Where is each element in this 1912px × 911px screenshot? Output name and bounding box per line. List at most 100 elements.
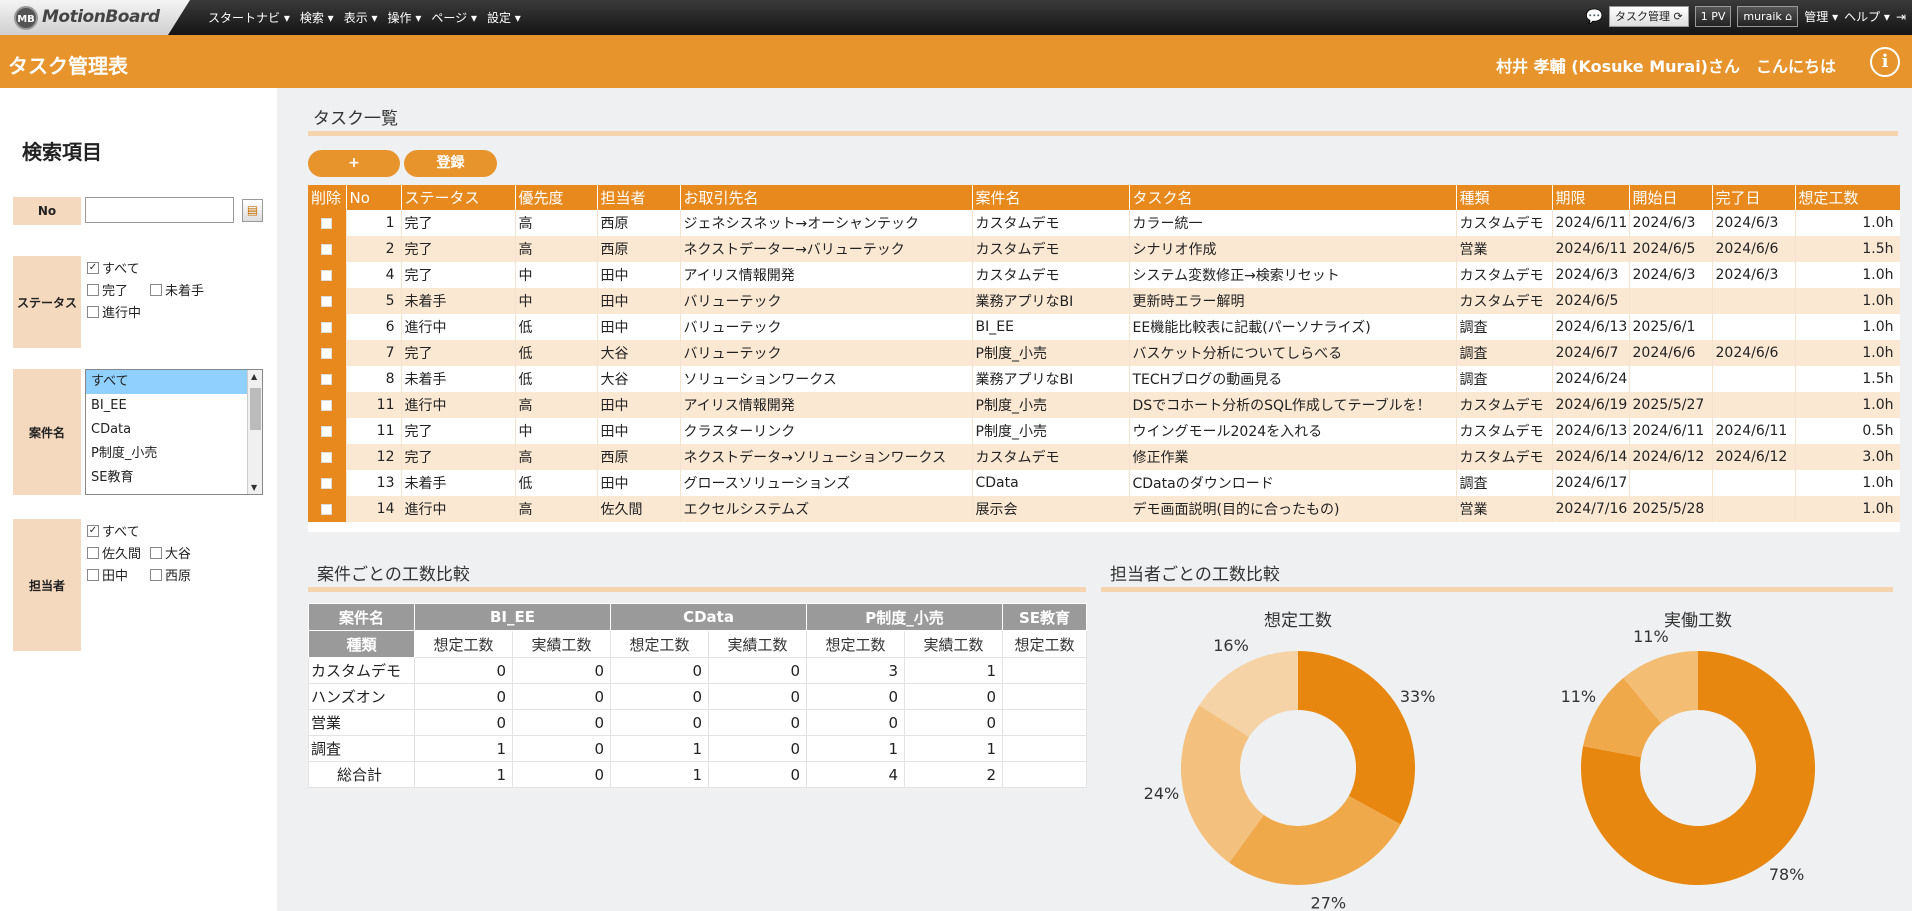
delete-checkbox[interactable] (321, 243, 333, 255)
table-cell (1712, 496, 1796, 522)
delete-checkbox-cell[interactable] (308, 392, 347, 418)
person-nishihara-checkbox[interactable]: 西原 (150, 565, 191, 584)
person-all-checkbox[interactable]: ✓ すべて (87, 521, 140, 540)
table-row[interactable]: 2 完了高西原 ネクストデーター→バリューテック カスタムデモ シナリオ作成 営業 2024… (308, 236, 1900, 262)
table-cell: 田中 (597, 392, 681, 418)
table-cell: バリューテック (680, 314, 973, 340)
person-tanaka-checkbox[interactable]: 田中 (87, 565, 128, 584)
delete-checkbox[interactable] (321, 503, 333, 515)
person-sakuma-checkbox[interactable]: 佐久間 (87, 543, 141, 562)
pv-button[interactable]: 1 PV (1694, 6, 1732, 27)
table-cell: デモ画面説明(目的に合ったもの) (1129, 496, 1457, 522)
column-header[interactable]: No (346, 185, 402, 210)
table-row[interactable]: 8 未着手低大谷 ソリューションワークス 業務アプリなBI TECHブログの動画見る 調査… (308, 366, 1900, 392)
delete-checkbox[interactable] (321, 295, 333, 307)
listbox-scrollbar[interactable]: ▲ ▼ (247, 370, 262, 494)
column-header[interactable]: タスク名 (1129, 185, 1457, 210)
list-item[interactable]: SE教育 (86, 466, 262, 490)
delete-checkbox[interactable] (321, 321, 333, 333)
column-header[interactable]: 期限 (1552, 185, 1630, 210)
delete-checkbox[interactable] (321, 451, 333, 463)
info-icon[interactable]: i (1870, 47, 1900, 77)
menu-operation[interactable]: 操作 ▾ (388, 9, 422, 26)
menu-help[interactable]: ヘルプ ▾ (1844, 8, 1890, 25)
column-header[interactable]: お取引先名 (680, 185, 973, 210)
sub-header: 実績工数 (512, 630, 611, 658)
table-cell: 0 (512, 709, 611, 736)
delete-checkbox-cell[interactable] (308, 496, 347, 522)
delete-checkbox[interactable] (321, 217, 333, 229)
table-row[interactable]: 4 完了中田中 アイリス情報開発 カスタムデモ システム変数修正→検索リセット カスタムデ… (308, 262, 1900, 288)
table-row[interactable]: 14 進行中高佐久間 エクセルシステムズ 展示会 デモ画面説明(目的に合ったもの) 営業 2… (308, 496, 1900, 522)
column-header[interactable]: 種類 (1456, 185, 1553, 210)
table-row[interactable]: 13 未着手低田中 グロースソリューションズ CData CDataのダウンロード 調査 2… (308, 470, 1900, 496)
table-cell: 西原 (597, 444, 681, 470)
delete-checkbox-cell[interactable] (308, 340, 347, 366)
table-row[interactable]: 11 進行中高田中 アイリス情報開発 P制度_小売 DSでコホート分析のSQL作成してテ… (308, 392, 1900, 418)
column-header[interactable]: 想定工数 (1795, 185, 1900, 210)
menu-page[interactable]: ページ ▾ (431, 9, 477, 26)
delete-checkbox-cell[interactable] (308, 210, 347, 236)
list-item[interactable]: BI_EE (86, 394, 262, 418)
menu-settings[interactable]: 設定 ▾ (487, 9, 521, 26)
column-header[interactable]: 担当者 (597, 185, 681, 210)
list-item[interactable]: CData (86, 418, 262, 442)
status-done-checkbox[interactable]: 完了 (87, 280, 128, 299)
status-all-checkbox[interactable]: ✓ すべて (87, 258, 140, 277)
task-manage-button[interactable]: タスク管理 ⟳ (1609, 6, 1689, 27)
column-header[interactable]: 削除 (308, 185, 347, 210)
table-row[interactable]: 6 進行中低田中 バリューテック BI_EE EE機能比較表に記載(パーソナライズ) 調査… (308, 314, 1900, 340)
column-header[interactable]: ステータス (401, 185, 516, 210)
list-item[interactable]: P制度_小売 (86, 442, 262, 466)
table-row[interactable]: 12 完了高西原 ネクストデータ→ソリューションワークス カスタムデモ 修正作業 カスタム… (308, 444, 1900, 470)
delete-checkbox-cell[interactable] (308, 418, 347, 444)
delete-checkbox-cell[interactable] (308, 262, 347, 288)
sub-header: 想定工数 (806, 630, 905, 658)
delete-checkbox-cell[interactable] (308, 366, 347, 392)
delete-checkbox[interactable] (321, 373, 333, 385)
delete-checkbox-cell[interactable] (308, 314, 347, 340)
table-row[interactable]: 1 完了高西原 ジェネシスネット→オーシャンテック カスタムデモ カラー統一 カスタムデモ… (308, 210, 1900, 236)
status-inprogress-checkbox[interactable]: 進行中 (87, 302, 141, 321)
menu-view[interactable]: 表示 ▾ (344, 9, 378, 26)
table-row[interactable]: 11 完了中田中 クラスターリンク P制度_小売 ウイングモール2024を入れる カスタム… (308, 418, 1900, 444)
menu-admin[interactable]: 管理 ▾ (1804, 8, 1838, 25)
project-listbox[interactable]: すべて BI_EE CData P制度_小売 SE教育 ▲ ▼ (85, 369, 263, 495)
delete-checkbox[interactable] (321, 425, 333, 437)
donut-slice[interactable] (1298, 651, 1415, 825)
scroll-thumb[interactable] (250, 388, 261, 430)
scroll-down-icon[interactable]: ▼ (251, 483, 257, 492)
table-cell (1629, 366, 1713, 392)
column-header[interactable]: 優先度 (515, 185, 598, 210)
add-task-button[interactable]: + (308, 150, 400, 177)
delete-checkbox[interactable] (321, 269, 333, 281)
list-item[interactable]: すべて (86, 370, 262, 394)
person-otani-checkbox[interactable]: 大谷 (150, 543, 191, 562)
register-button[interactable]: 登録 (404, 150, 497, 177)
column-header[interactable]: 完了日 (1712, 185, 1796, 210)
delete-checkbox-cell[interactable] (308, 470, 347, 496)
menu-start-navi[interactable]: スタートナビ ▾ (208, 9, 290, 26)
logout-icon[interactable]: ⇥ (1896, 10, 1906, 24)
logo[interactable]: MB MotionBoard (0, 0, 190, 35)
delete-checkbox-cell[interactable] (308, 288, 347, 314)
table-header-row: 削除 No ステータス 優先度 担当者 お取引先名 案件名 タスク名 種類 期限 開始日 完了日 想定工… (308, 185, 1900, 210)
no-input[interactable] (85, 197, 234, 223)
delete-checkbox-cell[interactable] (308, 444, 347, 470)
column-header[interactable]: 案件名 (972, 185, 1130, 210)
delete-checkbox[interactable] (321, 477, 333, 489)
table-row[interactable]: 7 完了低大谷 バリューテック P制度_小売 バスケット分析についてしらべる 調査 2024… (308, 340, 1900, 366)
user-button[interactable]: muraik ⌂ (1737, 6, 1799, 27)
table-cell: 高 (515, 210, 598, 236)
chat-icon[interactable]: 💬 (1586, 9, 1603, 25)
scroll-up-icon[interactable]: ▲ (251, 372, 257, 381)
column-header[interactable]: 開始日 (1629, 185, 1713, 210)
menu-search[interactable]: 検索 ▾ (300, 9, 334, 26)
lookup-icon[interactable]: ▤ (242, 199, 263, 222)
delete-checkbox[interactable] (321, 347, 333, 359)
divider (1101, 587, 1893, 592)
status-notstarted-checkbox[interactable]: 未着手 (150, 280, 204, 299)
delete-checkbox-cell[interactable] (308, 236, 347, 262)
delete-checkbox[interactable] (321, 399, 333, 411)
table-row[interactable]: 5 未着手中田中 バリューテック 業務アプリなBI 更新時エラー解明 カスタムデモ 2024… (308, 288, 1900, 314)
